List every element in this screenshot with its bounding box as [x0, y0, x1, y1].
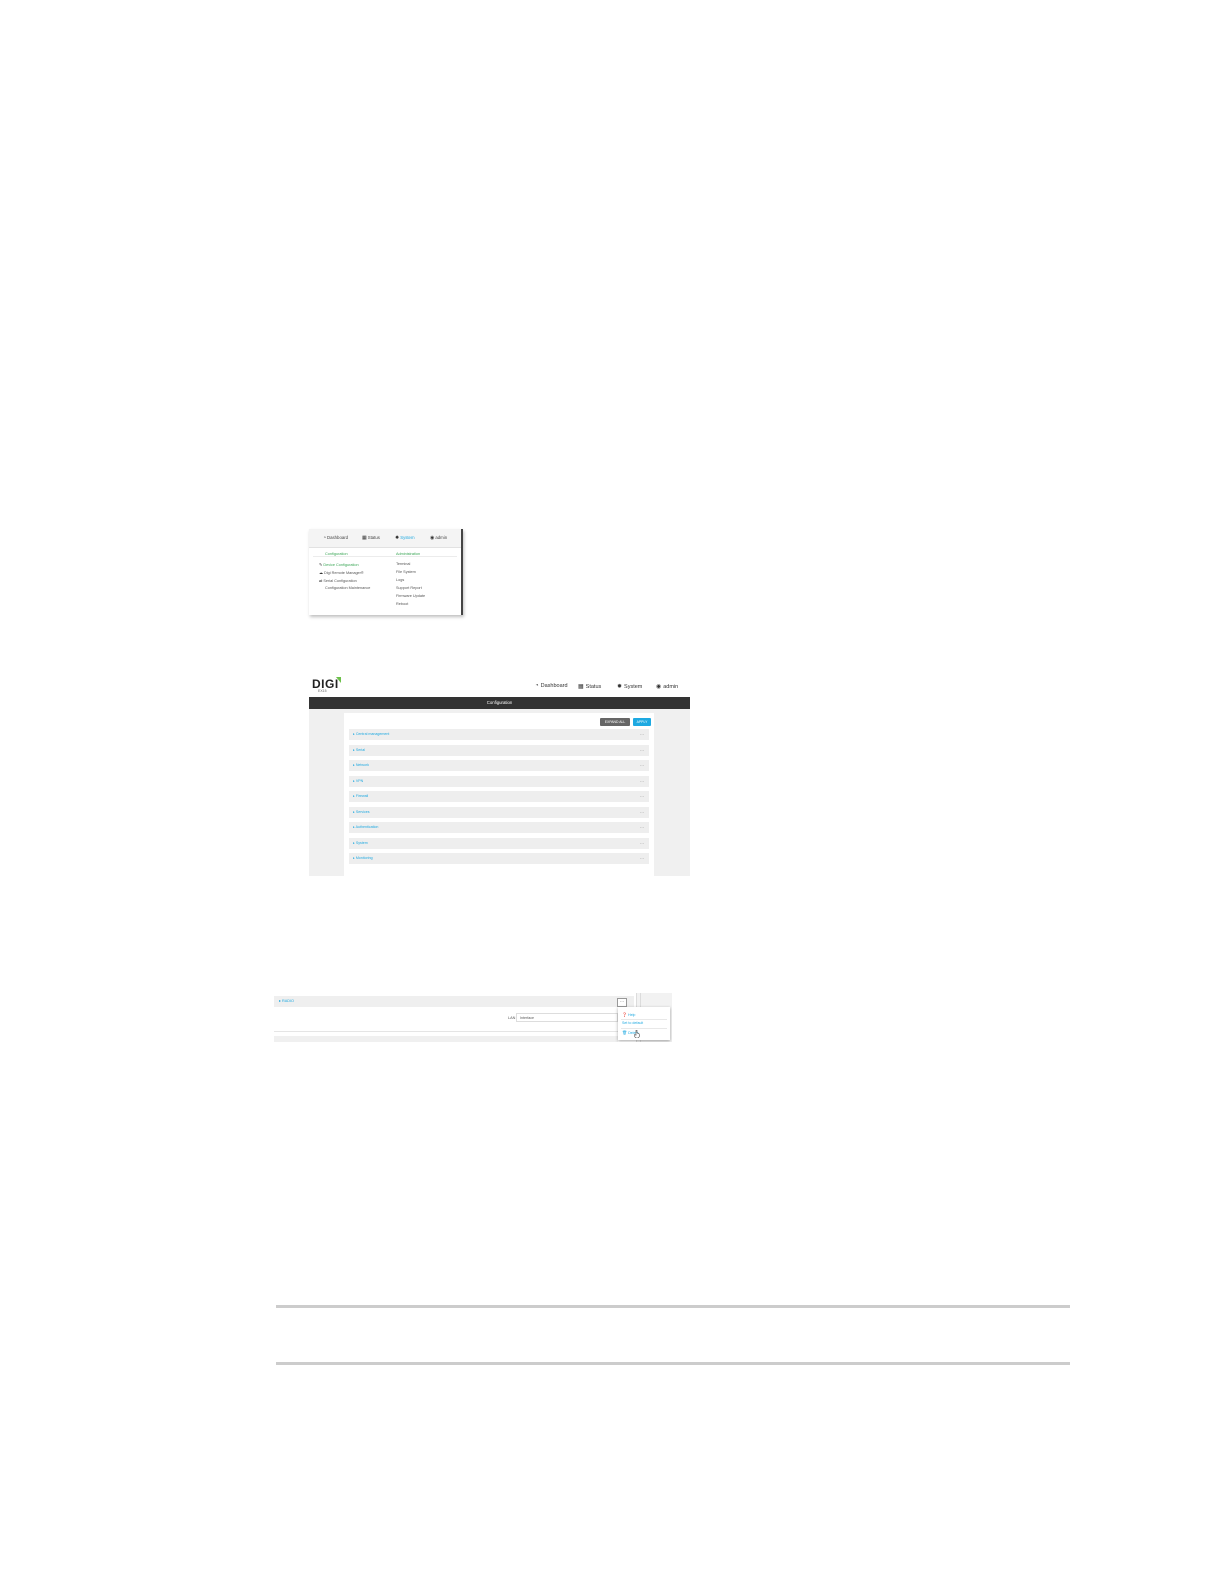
interface-field[interactable]: Interface	[516, 1013, 618, 1022]
nav-status-label: Status	[367, 535, 380, 540]
dashboard-icon: ◔	[535, 683, 539, 689]
menu-item-label: Digi Remote Manager®	[324, 571, 364, 575]
menu-item-label: Configuration Maintenance	[325, 586, 371, 590]
menu-item-label: Device Configuration	[323, 563, 359, 567]
hand-cursor-icon	[634, 1030, 640, 1038]
menu-item-firmware-update[interactable]: Firmware Update	[396, 594, 425, 598]
item-label: ▸ RADIO	[279, 999, 294, 1003]
nav-system-label: System	[624, 684, 643, 690]
section-label: ▸ VPN	[353, 779, 364, 783]
user-icon: ◉	[430, 535, 435, 541]
section-vpn[interactable]: ▸ VPN ⋯	[349, 776, 649, 787]
configuration-page-screenshot: DIGI EX15 ◔ Dashboard ▦ Status ✹ System ◉ ad…	[309, 675, 690, 876]
nav-dashboard-label: Dashboard	[327, 535, 349, 540]
config-panel: EXPAND ALL APPLY ▸ Central management ⋯ ▸…	[344, 713, 654, 876]
section-menu-icon[interactable]: ⋯	[640, 745, 644, 756]
section-label: ▸ Firewall	[353, 794, 369, 798]
section-menu-icon[interactable]: ⋯	[640, 838, 644, 849]
nav-dashboard[interactable]: ◔Dashboard	[535, 683, 568, 689]
menu-item-logs[interactable]: Logs	[396, 578, 404, 582]
section-central-management[interactable]: ▸ Central management ⋯	[349, 729, 649, 740]
apply-button[interactable]: APPLY	[633, 718, 651, 726]
menu-item-terminal[interactable]: Terminal	[396, 562, 410, 566]
nav-admin[interactable]: ◉admin	[656, 683, 678, 690]
nav-admin-label: admin	[663, 684, 679, 690]
section-menu-icon[interactable]: ⋯	[640, 760, 644, 771]
section-menu-icon[interactable]: ⋯	[640, 807, 644, 818]
section-network[interactable]: ▸ Network ⋯	[349, 760, 649, 771]
menu-divider	[621, 1019, 667, 1020]
status-grid-icon: ▦	[578, 684, 584, 690]
menu-item-device-configuration[interactable]: ✎Device Configuration	[319, 562, 359, 567]
item-dropdown-menu: ❓Help Set to default 🗑Delete	[618, 1007, 670, 1040]
section-monitoring[interactable]: ▸ Monitoring ⋯	[349, 853, 649, 864]
gear-icon: ✹	[617, 684, 623, 690]
wrench-icon: ✎	[319, 562, 323, 567]
section-menu-icon[interactable]: ⋯	[640, 822, 644, 833]
device-model: EX15	[318, 689, 327, 693]
section-firewall[interactable]: ▸ Firewall ⋯	[349, 791, 649, 802]
row-divider	[274, 1031, 634, 1032]
section-label: ▸ Monitoring	[353, 856, 373, 860]
menu-item-label: Serial Configuration	[323, 579, 357, 583]
field-label: LAN	[508, 1016, 516, 1020]
menu-item-file-system[interactable]: File System	[396, 570, 416, 574]
nav-system[interactable]: ✹System	[617, 683, 642, 690]
nav-status[interactable]: ▦Status	[578, 683, 601, 690]
menu-item-reboot[interactable]: Reboot	[396, 602, 408, 606]
section-label: ▸ Network	[353, 763, 369, 767]
nav-system-label: System	[400, 535, 415, 540]
section-serial[interactable]: ▸ Serial ⋯	[349, 745, 649, 756]
section-label: ▸ System	[353, 841, 368, 845]
menu-item-serial-configuration[interactable]: ⇌Serial Configuration	[319, 578, 357, 583]
app-header: DIGI EX15 ◔ Dashboard ▦ Status ✹ System ◉ ad…	[309, 675, 690, 697]
status-grid-icon: ▦	[362, 535, 367, 541]
expand-all-button[interactable]: EXPAND ALL	[600, 718, 630, 726]
next-row-strip	[274, 1036, 618, 1042]
item-menu-button[interactable]: ⋯	[617, 998, 627, 1007]
section-label: ▸ Authentication	[353, 825, 379, 829]
nav-system[interactable]: ✹System	[395, 535, 415, 541]
menu-item-set-default[interactable]: Set to default	[622, 1021, 643, 1025]
section-label: ▸ Services	[353, 810, 370, 814]
section-menu-icon[interactable]: ⋯	[640, 776, 644, 787]
nav-dashboard-label: Dashboard	[540, 683, 568, 689]
menu-item-help[interactable]: ❓Help	[622, 1012, 635, 1017]
menu-item-support-report[interactable]: Support Report	[396, 586, 422, 590]
section-system[interactable]: ▸ System ⋯	[349, 838, 649, 849]
section-label: ▸ Serial	[353, 748, 366, 752]
trash-icon: 🗑	[622, 1030, 628, 1035]
section-services[interactable]: ▸ Services ⋯	[349, 807, 649, 818]
nav-status-label: Status	[585, 684, 602, 690]
section-menu-icon[interactable]: ⋯	[640, 853, 644, 864]
menu-item-label: Help	[627, 1013, 636, 1017]
page-title: Configuration	[309, 697, 690, 709]
menu-item-remote-manager[interactable]: ☁Digi Remote Manager®	[319, 570, 364, 575]
table-bottom-rule	[276, 1362, 1070, 1365]
nav-admin-label: admin	[435, 535, 448, 540]
section-menu-icon[interactable]: ⋯	[640, 729, 644, 740]
help-icon: ❓	[622, 1012, 627, 1017]
dashboard-icon: ◔	[323, 535, 327, 541]
user-icon: ◉	[656, 684, 662, 690]
cloud-icon: ☁	[319, 570, 323, 575]
top-nav-bar: ◔Dashboard ▦Status ✹System ◉admin	[309, 529, 461, 548]
logo-mark-icon	[336, 677, 341, 683]
table-top-rule	[276, 1305, 1070, 1308]
menu-divider	[313, 556, 457, 557]
menu-divider	[621, 1028, 667, 1029]
nav-status[interactable]: ▦Status	[362, 535, 380, 541]
section-menu-icon[interactable]: ⋯	[640, 791, 644, 802]
gear-icon: ✹	[395, 535, 400, 541]
nav-admin[interactable]: ◉admin	[430, 535, 447, 541]
nav-dashboard[interactable]: ◔Dashboard	[323, 535, 348, 541]
section-label: ▸ Central management	[353, 732, 390, 736]
item-header[interactable]: ▸ RADIO	[274, 996, 634, 1007]
system-menu-screenshot: ◔Dashboard ▦Status ✹System ◉admin Config…	[309, 529, 463, 615]
serial-icon: ⇌	[319, 578, 323, 583]
item-menu-screenshot: ▸ RADIO ⋯ LAN Interface ❓Help Set to def…	[274, 993, 672, 1042]
menu-item-configuration-maintenance[interactable]: Configuration Maintenance	[325, 586, 370, 590]
section-authentication[interactable]: ▸ Authentication ⋯	[349, 822, 649, 833]
